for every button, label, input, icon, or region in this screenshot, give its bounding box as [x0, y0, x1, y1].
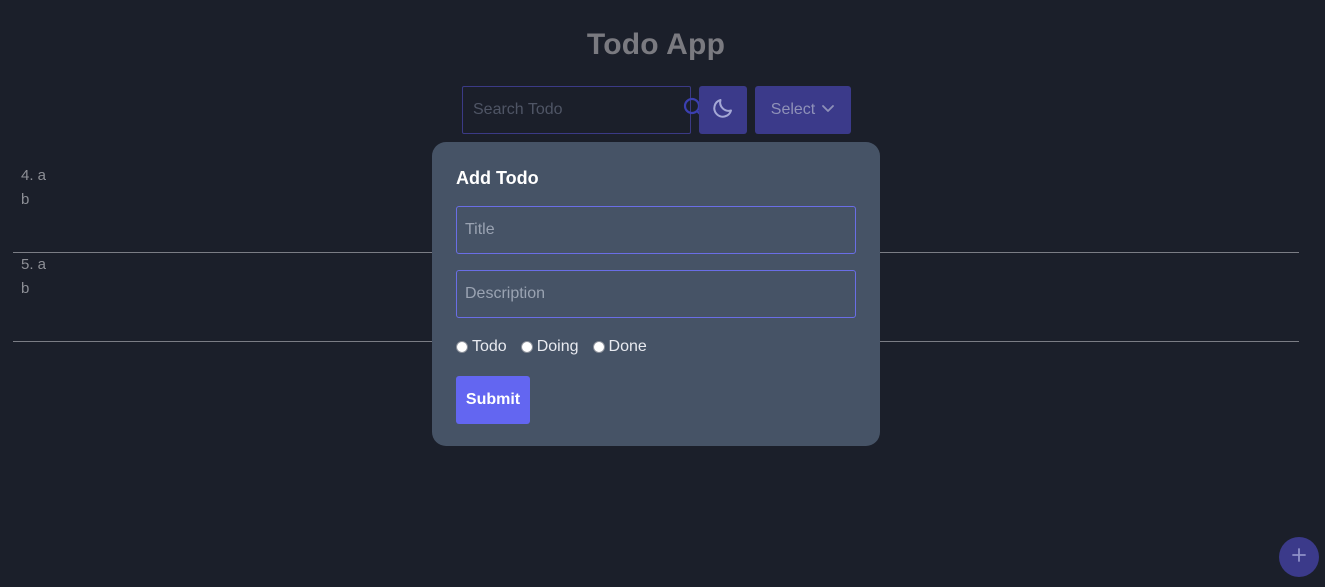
chevron-down-icon — [821, 101, 835, 120]
status-filter-select[interactable]: Select — [755, 86, 851, 134]
toolbar: Select — [462, 86, 851, 134]
submit-button[interactable]: Submit — [456, 376, 530, 424]
select-label: Select — [770, 101, 816, 118]
search-box — [462, 86, 705, 134]
radio-label: Todo — [472, 338, 507, 355]
modal-heading: Add Todo — [456, 168, 539, 188]
radio-button[interactable] — [520, 341, 533, 353]
radio-button[interactable] — [592, 341, 605, 353]
search-input[interactable] — [471, 87, 682, 133]
radio-label: Doing — [536, 338, 579, 355]
theme-toggle-button[interactable] — [699, 86, 747, 134]
status-radio-group: Todo Doing Done — [456, 338, 856, 356]
status-radio-done[interactable]: Done — [592, 338, 647, 356]
add-todo-modal: Add Todo Todo Doing Done Submit — [432, 142, 880, 446]
app-title: Todo App — [586, 28, 726, 61]
moon-icon — [711, 96, 735, 125]
description-input[interactable] — [456, 270, 856, 318]
status-radio-todo[interactable]: Todo — [456, 338, 507, 356]
todo-app-page: Todo App Select — [0, 0, 1325, 587]
radio-label: Done — [608, 338, 647, 355]
title-input[interactable] — [456, 206, 856, 254]
add-todo-fab[interactable] — [1279, 537, 1319, 577]
plus-icon — [1291, 547, 1307, 568]
radio-button[interactable] — [456, 341, 468, 353]
status-radio-doing[interactable]: Doing — [520, 338, 579, 356]
